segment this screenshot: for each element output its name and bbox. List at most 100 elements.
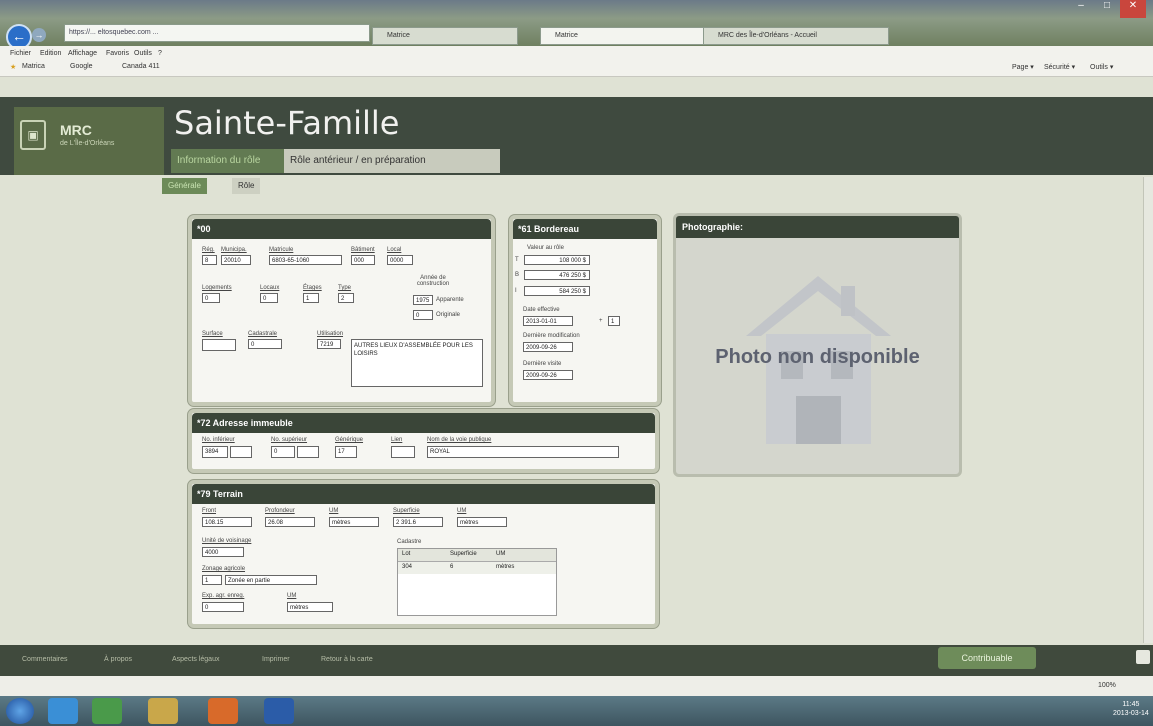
label-profondeur: Profondeur — [265, 508, 295, 514]
label-batiment: Bâtiment — [351, 247, 375, 253]
address-bar[interactable]: https://... eltosquebec.com ... — [64, 24, 370, 42]
subtab-generale[interactable]: Générale — [162, 178, 207, 194]
field-no-superieur-suffix[interactable] — [297, 446, 319, 458]
field-derniere-modif[interactable]: 2009-09-26 — [523, 342, 573, 352]
minimize-icon[interactable]: – — [1068, 0, 1094, 18]
cadastre-table[interactable]: Lot Superficie UM 304 6 mètres — [397, 548, 557, 616]
field-superficie[interactable]: 2 391.6 — [393, 517, 443, 527]
field-annee-apparente[interactable]: 1975 — [413, 295, 433, 305]
field-municipalite[interactable]: 20010 — [221, 255, 251, 265]
footer-link-aspects-legaux[interactable]: Aspects légaux — [172, 656, 219, 663]
fav-canada411[interactable]: Canada 411 — [122, 63, 160, 70]
menu-outils[interactable]: Outils — [134, 50, 152, 57]
cadastre-col-superficie[interactable]: Superficie — [450, 551, 477, 557]
panel-61-title: *61 Bordereau — [513, 219, 657, 239]
cmd-outils[interactable]: Outils ▾ — [1090, 63, 1113, 71]
field-valeur-immeuble[interactable]: 584 250 $ — [524, 286, 590, 296]
start-button-icon[interactable] — [6, 698, 34, 724]
field-matricule[interactable]: 6803-65-1060 — [269, 255, 342, 265]
fav-matrica[interactable]: Matrica — [22, 63, 45, 70]
field-logements[interactable]: 0 — [202, 293, 220, 303]
logo-mrc-text: MRC — [60, 122, 92, 138]
field-surface[interactable] — [202, 339, 236, 351]
word-taskbar-icon[interactable] — [264, 698, 294, 724]
field-date-effective[interactable]: 2013-01-01 — [523, 316, 573, 326]
field-no-superieur[interactable]: 0 — [271, 446, 295, 458]
subtab-role[interactable]: Rôle — [232, 178, 261, 194]
cadastre-col-um[interactable]: UM — [496, 551, 505, 557]
field-utilisation-desc[interactable]: AUTRES LIEUX D'ASSEMBLÉE POUR LES LOISIR… — [351, 339, 483, 387]
field-generique[interactable]: 17 — [335, 446, 357, 458]
field-profondeur[interactable]: 26.08 — [265, 517, 315, 527]
tab-matrice-2[interactable]: Matrice — [540, 27, 716, 45]
menu-favoris[interactable]: Favoris — [106, 50, 129, 57]
label-apparente: Apparente — [436, 297, 464, 303]
tab-role-anterieur[interactable]: Rôle antérieur / en préparation — [284, 149, 500, 173]
field-local[interactable]: 0000 — [387, 255, 413, 265]
field-annee-originale[interactable]: 0 — [413, 310, 433, 320]
outlook-taskbar-icon[interactable] — [208, 698, 238, 724]
field-unite-voisinage[interactable]: 4000 — [202, 547, 244, 557]
field-valeur-batiment[interactable]: 476 250 $ — [524, 270, 590, 280]
menu-bar — [0, 46, 1153, 77]
label-unite-voisinage: Unité de voisinage — [202, 538, 252, 544]
label-nom-voie: Nom de la voie publique — [427, 437, 492, 443]
field-cadastrale[interactable]: 0 — [248, 339, 282, 349]
label-cadastrale: Cadastrale — [248, 331, 278, 337]
menu-edition[interactable]: Edition — [40, 50, 61, 57]
field-utilisation-code[interactable]: 7219 — [317, 339, 341, 349]
taskbar-clock[interactable]: 11:45 2013-03-14 — [1113, 700, 1149, 718]
field-no-inferieur-suffix[interactable] — [230, 446, 252, 458]
app-taskbar-icon[interactable] — [92, 698, 122, 724]
feedback-icon[interactable] — [1136, 650, 1150, 664]
footer-link-imprimer[interactable]: Imprimer — [262, 656, 290, 663]
close-icon[interactable]: ✕ — [1120, 0, 1146, 18]
field-um-3[interactable]: mètres — [287, 602, 333, 612]
field-reg[interactable]: 8 — [202, 255, 217, 265]
field-exp-agr[interactable]: 0 — [202, 602, 244, 612]
explorer-taskbar-icon[interactable] — [148, 698, 178, 724]
contribuable-button[interactable]: Contribuable — [938, 647, 1036, 669]
table-row[interactable]: 304 6 mètres — [398, 562, 556, 574]
cmd-securite[interactable]: Sécurité ▾ — [1044, 63, 1075, 71]
field-zonage-code[interactable]: 1 — [202, 575, 222, 585]
field-plus[interactable]: 1 — [608, 316, 620, 326]
menu-affichage[interactable]: Affichage — [68, 50, 97, 57]
field-front[interactable]: 108.15 — [202, 517, 252, 527]
field-batiment[interactable]: 000 — [351, 255, 375, 265]
menu-fichier[interactable]: Fichier — [10, 50, 31, 57]
field-zonage-desc[interactable]: Zonée en partie — [225, 575, 317, 585]
ie-taskbar-icon[interactable] — [48, 698, 78, 724]
maximize-icon[interactable]: □ — [1094, 0, 1120, 18]
forward-arrow-icon[interactable]: → — [32, 28, 46, 42]
tab-matrice-1[interactable]: Matrice — [372, 27, 518, 45]
favorites-star-icon[interactable]: ★ — [10, 63, 16, 71]
scrollbar[interactable] — [1143, 177, 1153, 643]
field-um-2[interactable]: mètres — [457, 517, 507, 527]
zoom-level[interactable]: 100% — [1098, 682, 1116, 689]
field-type[interactable]: 2 — [338, 293, 354, 303]
field-etages[interactable]: 1 — [303, 293, 319, 303]
footer-link-a-propos[interactable]: À propos — [104, 656, 132, 663]
field-valeur-terrain[interactable]: 108 000 $ — [524, 255, 590, 265]
cadastre-col-lot[interactable]: Lot — [402, 551, 410, 557]
fav-google[interactable]: Google — [70, 63, 93, 70]
field-no-inferieur[interactable]: 3894 — [202, 446, 228, 458]
footer-link-retour-carte[interactable]: Retour à la carte — [321, 656, 373, 663]
photo-panel: Photographie: Photo non disponible — [673, 213, 962, 477]
field-um-1[interactable]: mètres — [329, 517, 379, 527]
tab-information-role[interactable]: Information du rôle — [171, 149, 295, 173]
label-um-2: UM — [457, 508, 467, 514]
field-derniere-visite[interactable]: 2009-09-26 — [523, 370, 573, 380]
tab-mrc-accueil[interactable]: MRC des Île-d'Orléans - Accueil — [703, 27, 889, 45]
cadastre-cell-lot: 304 — [402, 564, 413, 570]
cmd-page[interactable]: Page ▾ — [1012, 63, 1034, 71]
field-locaux[interactable]: 0 — [260, 293, 278, 303]
label-exp-agr: Exp. agr. enreg. — [202, 593, 245, 599]
cadastre-header-row: Lot Superficie UM — [398, 549, 556, 562]
menu-help[interactable]: ? — [158, 50, 162, 57]
window-controls: – □ ✕ — [1068, 0, 1153, 22]
footer-link-commentaires[interactable]: Commentaires — [22, 656, 68, 663]
field-lien[interactable] — [391, 446, 415, 458]
field-nom-voie[interactable]: ROYAL — [427, 446, 619, 458]
